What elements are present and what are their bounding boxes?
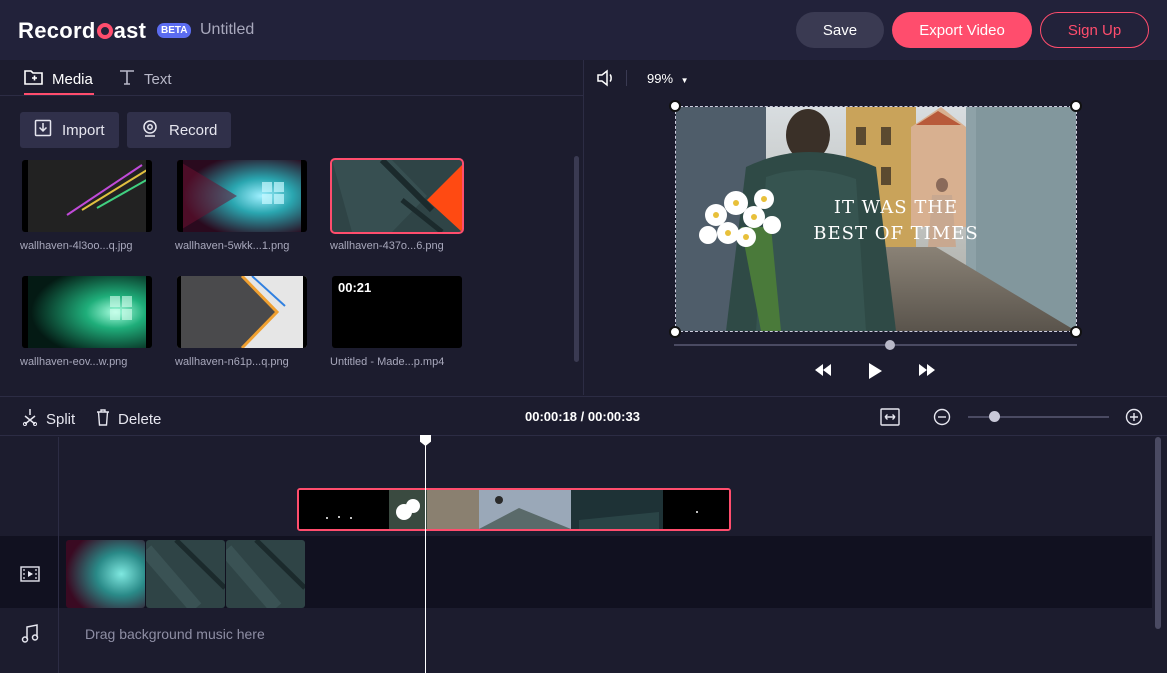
media-panel: Media Text Import Record wallhaven-4l3oo… — [0, 60, 584, 395]
background-image-clip[interactable] — [66, 540, 145, 608]
tab-text-label: Text — [144, 70, 172, 88]
total-time: 00:00:33 — [587, 409, 640, 424]
media-label: Untitled - Made...p.mp4 — [330, 356, 445, 368]
media-thumbnail[interactable] — [22, 276, 152, 348]
logo-text-right: ast — [113, 18, 147, 43]
overlay-video-clip[interactable] — [297, 488, 731, 531]
delete-button[interactable]: Delete — [96, 408, 161, 430]
toolbar-separator — [626, 70, 627, 86]
logo-record-icon — [96, 23, 113, 39]
media-label: wallhaven-n61p...q.png — [175, 356, 289, 368]
overlay-text-line2: BEST OF TIMES — [813, 223, 979, 244]
resize-handle-bottom-left[interactable] — [669, 326, 681, 338]
project-title[interactable]: Untitled — [200, 21, 254, 39]
media-scrollbar[interactable] — [574, 156, 579, 362]
app-logo[interactable]: Record ast — [18, 18, 146, 44]
playhead[interactable] — [425, 437, 426, 673]
preview-panel: 99% ▼ IT WAS THE BEST OF TIMES — [584, 60, 1167, 395]
active-tab-indicator — [24, 93, 94, 95]
fit-width-icon[interactable] — [880, 408, 900, 431]
timeline-toolbar: Split Delete 00:00:18 / 00:00:33 — [0, 396, 1167, 436]
rewind-icon[interactable] — [814, 363, 832, 382]
video-canvas[interactable]: IT WAS THE BEST OF TIMES — [675, 106, 1077, 332]
import-label: Import — [62, 121, 105, 139]
video-overlay-text[interactable]: IT WAS THE BEST OF TIMES — [806, 195, 986, 247]
webcam-icon — [141, 119, 159, 141]
chevron-down-icon: ▼ — [680, 76, 689, 85]
current-time: 00:00:18 — [525, 409, 578, 424]
timeline-zoom-knob[interactable] — [989, 411, 1000, 422]
media-thumbnail[interactable] — [177, 160, 307, 232]
tab-media[interactable]: Media — [24, 68, 93, 90]
top-header: Record ast BETA Untitled Save Export Vide… — [0, 0, 1167, 60]
preview-toolbar: 99% ▼ — [584, 60, 1167, 96]
beta-badge: BETA — [157, 23, 192, 38]
resize-handle-top-right[interactable] — [1070, 100, 1082, 112]
timecode: 00:00:18 / 00:00:33 — [525, 409, 640, 424]
split-button[interactable]: Split — [22, 408, 75, 430]
logo-text-left: Record — [18, 18, 96, 43]
play-icon[interactable] — [867, 362, 883, 385]
fast-forward-icon[interactable] — [918, 363, 936, 382]
panel-tabs: Media Text — [0, 60, 584, 96]
zoom-out-icon[interactable] — [933, 408, 951, 431]
record-label: Record — [169, 121, 218, 139]
media-label: wallhaven-4l3oo...q.jpg — [20, 240, 133, 252]
media-thumbnail-selected[interactable] — [330, 158, 464, 234]
save-button[interactable]: Save — [796, 12, 884, 48]
trash-icon — [96, 408, 110, 430]
media-thumbnail[interactable] — [177, 276, 307, 348]
media-folder-icon — [24, 68, 44, 90]
timeline-scrollbar[interactable] — [1155, 437, 1161, 629]
zoom-dropdown[interactable]: 99% ▼ — [647, 71, 689, 86]
export-video-button[interactable]: Export Video — [892, 12, 1032, 48]
zoom-in-icon[interactable] — [1125, 408, 1143, 431]
media-thumbnail[interactable] — [22, 160, 152, 232]
media-label: wallhaven-437o...6.png — [330, 240, 444, 252]
resize-handle-top-left[interactable] — [669, 100, 681, 112]
video-duration: 00:21 — [338, 280, 372, 295]
text-t-icon — [118, 68, 136, 90]
import-icon — [34, 119, 52, 141]
preview-seek-knob[interactable] — [885, 340, 895, 350]
zoom-value: 99% — [647, 71, 674, 86]
timeline: Drag background music here — [0, 435, 1167, 673]
scissors-icon — [22, 408, 38, 430]
playhead-handle[interactable] — [420, 435, 431, 446]
background-image-clip[interactable] — [226, 540, 305, 608]
sign-up-button[interactable]: Sign Up — [1040, 12, 1149, 48]
media-label: wallhaven-eov...w.png — [20, 356, 128, 368]
resize-handle-bottom-right[interactable] — [1070, 326, 1082, 338]
overlay-text-line1: IT WAS THE — [833, 197, 959, 218]
import-button[interactable]: Import — [20, 112, 119, 148]
media-label: wallhaven-5wkk...1.png — [175, 240, 290, 252]
tab-text[interactable]: Text — [118, 68, 172, 90]
track-headers — [0, 437, 59, 673]
music-note-icon — [21, 624, 39, 649]
delete-label: Delete — [118, 410, 162, 428]
record-button[interactable]: Record — [127, 112, 231, 148]
background-image-clip[interactable] — [146, 540, 225, 608]
preview-seek-bar[interactable] — [674, 344, 1077, 346]
tab-media-label: Media — [52, 70, 93, 88]
media-thumbnail-video[interactable]: 00:21 — [332, 276, 462, 348]
volume-icon[interactable] — [596, 69, 616, 92]
film-strip-icon — [20, 566, 40, 587]
split-label: Split — [46, 410, 76, 428]
music-drop-zone[interactable]: Drag background music here — [85, 626, 265, 642]
time-separator: / — [580, 409, 588, 424]
